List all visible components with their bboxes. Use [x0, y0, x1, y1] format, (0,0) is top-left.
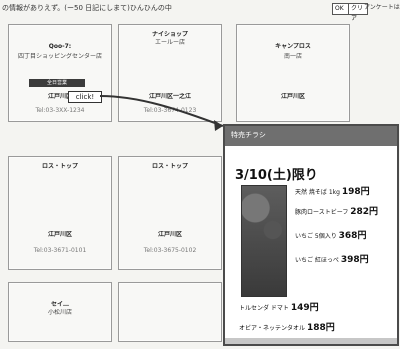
item-4: いちご 紅ほっぺ 398円 — [295, 256, 369, 265]
popup-content: 3/10(土)限り 天然 焼そば 1kg 198円 豚肉ローストビーフ 282円… — [229, 150, 393, 340]
store-phone: Tel:03-3674-0123 — [143, 107, 197, 114]
store-branch: 四丁目ショッピングセンター店 — [17, 53, 102, 60]
store-name: ロス・トップ — [151, 163, 188, 170]
popup-titlebar: 特売チラシ — [225, 126, 397, 146]
store-phone: Tel:03-3XX-1234 — [35, 107, 85, 114]
popup-title: 特売チラシ — [231, 131, 266, 139]
item-2: 豚肉ローストビーフ 282円 — [295, 208, 378, 217]
store-name: Qoo-7: — [48, 43, 72, 50]
item-name: いちご 5個入り — [295, 233, 337, 240]
top-note: の情報がありえず。(ー50 日記にしまて)ひんひんの中 — [2, 4, 172, 12]
store-phone: Tel:03-3675-0102 — [143, 247, 197, 254]
item-price: 188円 — [306, 323, 335, 333]
item-name: 天然 焼そば 1kg — [295, 189, 340, 196]
item-price: 368円 — [338, 231, 367, 241]
store-name: セイ… — [50, 301, 69, 308]
item-price: 149円 — [290, 303, 319, 313]
item-price: 398円 — [340, 255, 369, 265]
status-tag: 全日営業 — [29, 79, 85, 87]
item-5: トルセンダ ドマト 149円 — [239, 304, 319, 313]
store-card-7[interactable] — [118, 282, 222, 342]
item-name: いちご 紅ほっぺ — [295, 257, 339, 264]
store-address: 江戸川区一之江 — [148, 93, 191, 100]
item-name: オビア・ネッテンタオル — [239, 325, 306, 332]
store-address: 江戸川区 — [280, 93, 305, 100]
item-1: 天然 焼そば 1kg 198円 — [295, 188, 370, 197]
store-address: 江戸川区 — [157, 231, 182, 238]
store-branch: 小松川店 — [47, 309, 72, 316]
item-3: いちご 5個入り 368円 — [295, 232, 366, 241]
page: の情報がありえず。(ー50 日記にしまて)ひんひんの中 OK クリア アンケート… — [0, 0, 400, 349]
item-6: オビア・ネッテンタオル 188円 — [239, 324, 335, 333]
store-card-2[interactable]: ナイショップ エールー店 江戸川区一之江 Tel:03-3674-0123 — [118, 24, 222, 122]
item-name: トルセンダ ドマト — [239, 305, 289, 312]
popup-footer — [225, 338, 397, 344]
product-photo — [241, 185, 287, 297]
store-name: ナイショップ — [151, 31, 188, 38]
click-label: click! — [68, 91, 102, 103]
item-price: 282円 — [350, 207, 379, 217]
store-card-5[interactable]: ロス・トップ 江戸川区 Tel:03-3675-0102 — [118, 156, 222, 270]
item-name: 豚肉ローストビーフ — [295, 209, 349, 216]
promo-popup[interactable]: 特売チラシ 3/10(土)限り 天然 焼そば 1kg 198円 豚肉ローストビー… — [223, 124, 399, 346]
store-card-6[interactable]: セイ… 小松川店 — [8, 282, 112, 342]
store-branch: 南一店 — [283, 53, 302, 60]
store-name: キャンプロス — [275, 43, 311, 50]
store-name: ロス・トップ — [41, 163, 78, 170]
store-address: 江戸川区 — [47, 231, 72, 238]
promo-headline: 3/10(土)限り — [235, 168, 318, 183]
top-right-text: アンケートはこちら — [364, 4, 400, 11]
store-phone: Tel:03-3671-0101 — [33, 247, 87, 254]
store-card-4[interactable]: ロス・トップ 江戸川区 Tel:03-3671-0101 — [8, 156, 112, 270]
store-card-1[interactable]: Qoo-7: 四丁目ショッピングセンター店 全日営業 江戸川区 Tel:03-3… — [8, 24, 112, 122]
store-card-3[interactable]: キャンプロス 南一店 江戸川区 — [236, 24, 350, 122]
store-branch: エールー店 — [154, 39, 185, 46]
item-price: 198円 — [341, 187, 370, 197]
